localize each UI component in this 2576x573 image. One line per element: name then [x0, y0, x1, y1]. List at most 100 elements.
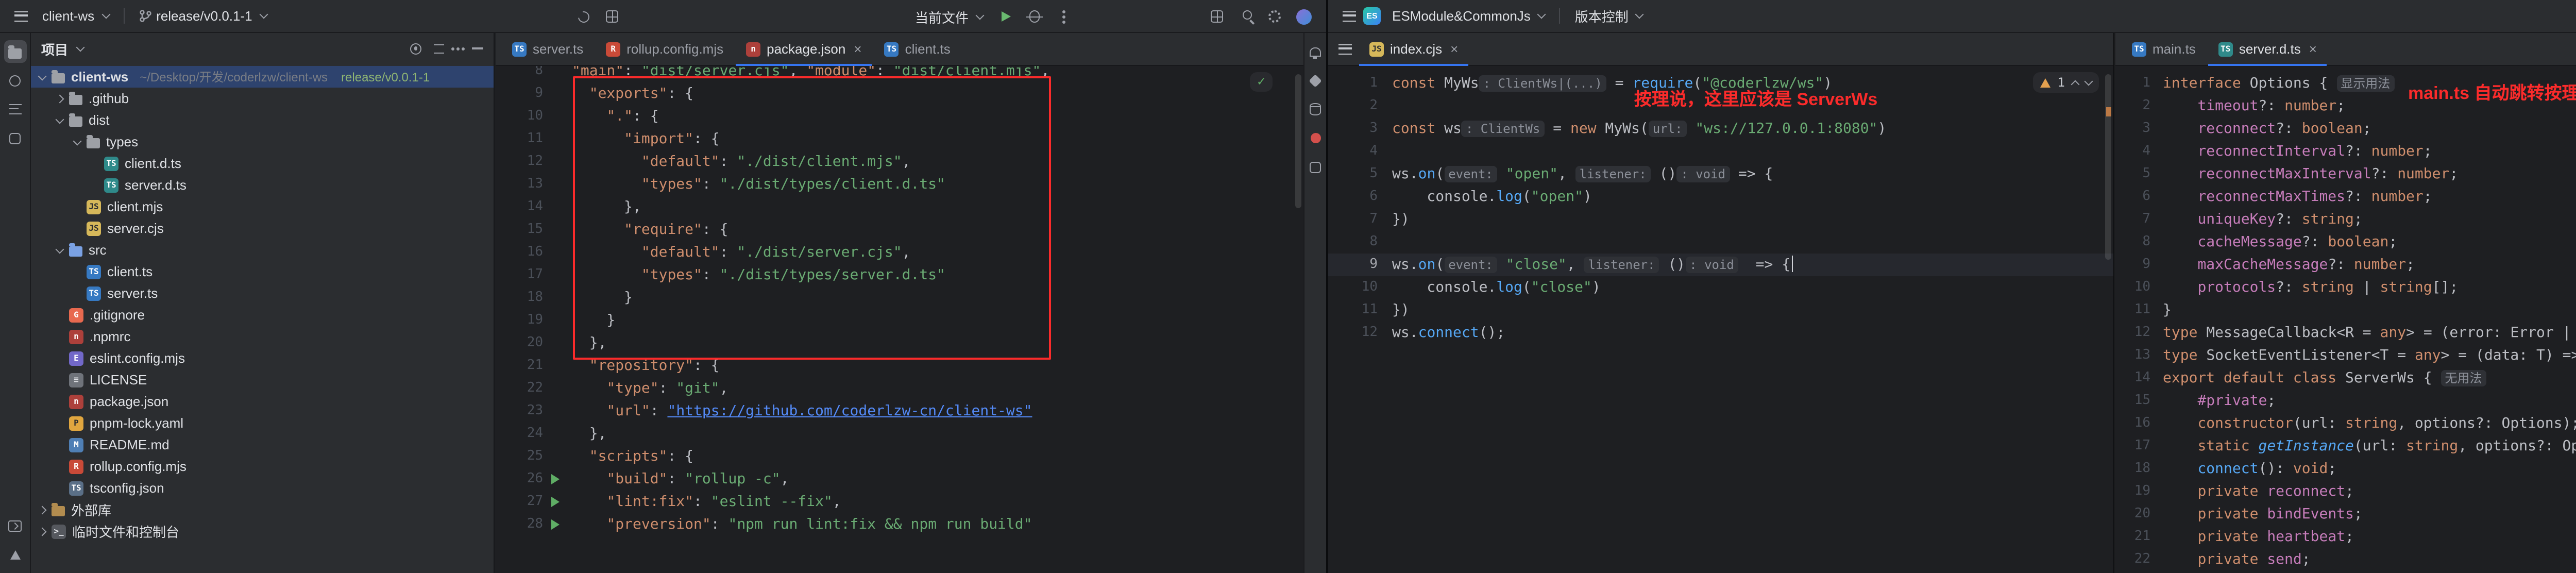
line-number: 14: [496, 196, 543, 218]
menu-icon[interactable]: [10, 6, 31, 26]
tree-item-client.ts[interactable]: TSclient.ts: [31, 261, 494, 282]
run-script-icon[interactable]: [551, 519, 560, 530]
tree-item-dist[interactable]: dist: [31, 109, 494, 131]
tool-windows-icon[interactable]: [602, 6, 622, 27]
chevron-down-icon: [101, 10, 110, 19]
ai-assistant-icon[interactable]: [1304, 69, 1327, 92]
tree-item-src[interactable]: src: [31, 239, 494, 261]
hide-panel-icon[interactable]: [472, 47, 483, 49]
inspection-widget[interactable]: ✓: [1250, 72, 1273, 92]
inspection-widget[interactable]: 1: [2033, 72, 2099, 93]
inspections-ok-icon: ✓: [1257, 75, 1265, 89]
run-button[interactable]: [995, 6, 1016, 27]
sync-project-icon[interactable]: [573, 6, 594, 27]
project-widget[interactable]: client-ws: [35, 5, 116, 27]
warning-count: 1: [2058, 75, 2065, 90]
tab-client.ts[interactable]: TSclient.ts: [874, 33, 961, 65]
tab-rollup.config.mjs[interactable]: Rrollup.config.mjs: [596, 33, 734, 65]
tab-main.ts[interactable]: TSmain.ts: [2122, 33, 2206, 65]
tree-item-server.ts[interactable]: TSserver.ts: [31, 282, 494, 304]
tree-item-client-ws[interactable]: client-ws~/Desktop/开发/coderlzw/client-ws…: [31, 66, 494, 88]
menu-icon[interactable]: [1338, 6, 1359, 26]
vcs-widget[interactable]: 版本控制: [1568, 3, 1650, 29]
left-tool-stripe: [0, 33, 31, 573]
tree-item-label: types: [106, 134, 138, 149]
code-line: const ws: ClientWs = new MyWs(url: "ws:/…: [1392, 117, 1886, 140]
tab-index.cjs[interactable]: JSindex.cjs×: [1359, 33, 1468, 65]
tab-server.d.ts[interactable]: TSserver.d.ts×: [2208, 33, 2327, 65]
tree-item-types[interactable]: types: [31, 131, 494, 153]
tree-item-README.md[interactable]: MREADME.md: [31, 434, 494, 456]
run-config-selector[interactable]: 当前文件: [911, 4, 987, 29]
code-line: }): [1392, 208, 1410, 231]
close-tab-icon[interactable]: ×: [1450, 42, 1458, 56]
collapse-all-icon[interactable]: [434, 44, 444, 53]
tree-item-label: server.cjs: [107, 221, 164, 236]
titlebar-separator: [1560, 8, 1561, 24]
code-editor-server-dts[interactable]: 稀土掘金技术社区 @ 东方智翼牛马的烽 1interface Options {…: [2115, 66, 2576, 573]
line-number: 13: [496, 173, 543, 196]
profiler-tool-icon[interactable]: [1304, 127, 1327, 149]
project-tool-icon[interactable]: [4, 40, 26, 63]
tree-item-LICENSE[interactable]: ≡LICENSE: [31, 369, 494, 391]
tool-window-layout-icon[interactable]: [1207, 6, 1227, 27]
problems-tool-icon[interactable]: [4, 543, 26, 566]
run-script-icon[interactable]: [551, 474, 560, 484]
locate-file-icon[interactable]: [410, 43, 421, 54]
more-actions-button[interactable]: [1053, 6, 1074, 27]
search-everywhere-icon[interactable]: [1235, 6, 1256, 27]
tree-item-外部库[interactable]: 外部库: [31, 499, 494, 520]
tree-item-client.mjs[interactable]: JSclient.mjs: [31, 196, 494, 217]
tree-item-client.d.ts[interactable]: TSclient.d.ts: [31, 153, 494, 174]
tree-item-eslint.config.mjs[interactable]: Eeslint.config.mjs: [31, 347, 494, 369]
structure-tool-icon[interactable]: [4, 98, 26, 121]
next-problem-icon[interactable]: [2084, 77, 2093, 86]
code-line: protocols?: string | string[];: [2163, 276, 2458, 299]
tab-label: index.cjs: [1390, 41, 1442, 57]
folder-file-icon: [69, 116, 82, 127]
terminal-tool-icon[interactable]: [4, 514, 26, 537]
ide-workspace: client-ws release/v0.0.1-1: [0, 0, 2576, 573]
line-number: 27: [496, 491, 543, 513]
close-tab-icon[interactable]: ×: [854, 42, 861, 56]
tree-item-label: eslint.config.mjs: [90, 350, 185, 366]
previous-problem-icon[interactable]: [2071, 80, 2080, 89]
tab-package.json[interactable]: npackage.json×: [736, 33, 872, 65]
editor-scrollbar[interactable]: [2105, 74, 2111, 260]
square-icon: [1310, 161, 1321, 173]
tree-item-tsconfig.json[interactable]: TStsconfig.json: [31, 477, 494, 499]
chevron-down-icon[interactable]: [76, 43, 85, 52]
project-widget[interactable]: ESModule&CommonJs: [1385, 5, 1552, 27]
more-options-icon[interactable]: [456, 47, 460, 50]
line-number: 4: [1328, 140, 1378, 163]
code-line: static getInstance(url: string, options?…: [2163, 435, 2576, 458]
dependencies-tool-icon[interactable]: [1304, 156, 1327, 178]
tab-server.ts[interactable]: TSserver.ts: [502, 33, 594, 65]
commit-tool-icon[interactable]: [4, 69, 26, 92]
dts-file-icon: TS: [104, 178, 118, 192]
tree-item-server.d.ts[interactable]: TSserver.d.ts: [31, 174, 494, 196]
database-tool-icon[interactable]: [1304, 98, 1327, 121]
line-number: 14: [2115, 367, 2150, 390]
close-tab-icon[interactable]: ×: [2309, 42, 2317, 56]
tree-item-.github[interactable]: .github: [31, 88, 494, 109]
tree-item-package.json[interactable]: npackage.json: [31, 391, 494, 412]
tree-item-临时文件和控制台[interactable]: >_临时文件和控制台: [31, 520, 494, 542]
code-editor-index-cjs[interactable]: 1 1const MyWs: ClientWs|(...) = require(…: [1328, 66, 2113, 573]
chevron-down-icon: [1635, 10, 1644, 19]
tree-item-server.cjs[interactable]: JSserver.cjs: [31, 217, 494, 239]
tree-item-rollup.config.mjs[interactable]: Rrollup.config.mjs: [31, 456, 494, 477]
settings-icon[interactable]: [1264, 6, 1285, 27]
bell-icon: [1310, 47, 1321, 56]
user-avatar[interactable]: [1293, 6, 1314, 27]
debug-button[interactable]: [1024, 6, 1045, 27]
notifications-icon[interactable]: [1304, 40, 1327, 63]
tree-item-.npmrc[interactable]: n.npmrc: [31, 326, 494, 347]
branch-widget[interactable]: release/v0.0.1-1: [131, 5, 274, 27]
services-tool-icon[interactable]: [4, 127, 26, 149]
menu-icon[interactable]: [1334, 39, 1355, 59]
editor-scrollbar[interactable]: [1295, 74, 1301, 208]
run-script-icon[interactable]: [551, 497, 560, 507]
tree-item-.gitignore[interactable]: G.gitignore: [31, 304, 494, 326]
tree-item-pnpm-lock.yaml[interactable]: Ppnpm-lock.yaml: [31, 412, 494, 434]
